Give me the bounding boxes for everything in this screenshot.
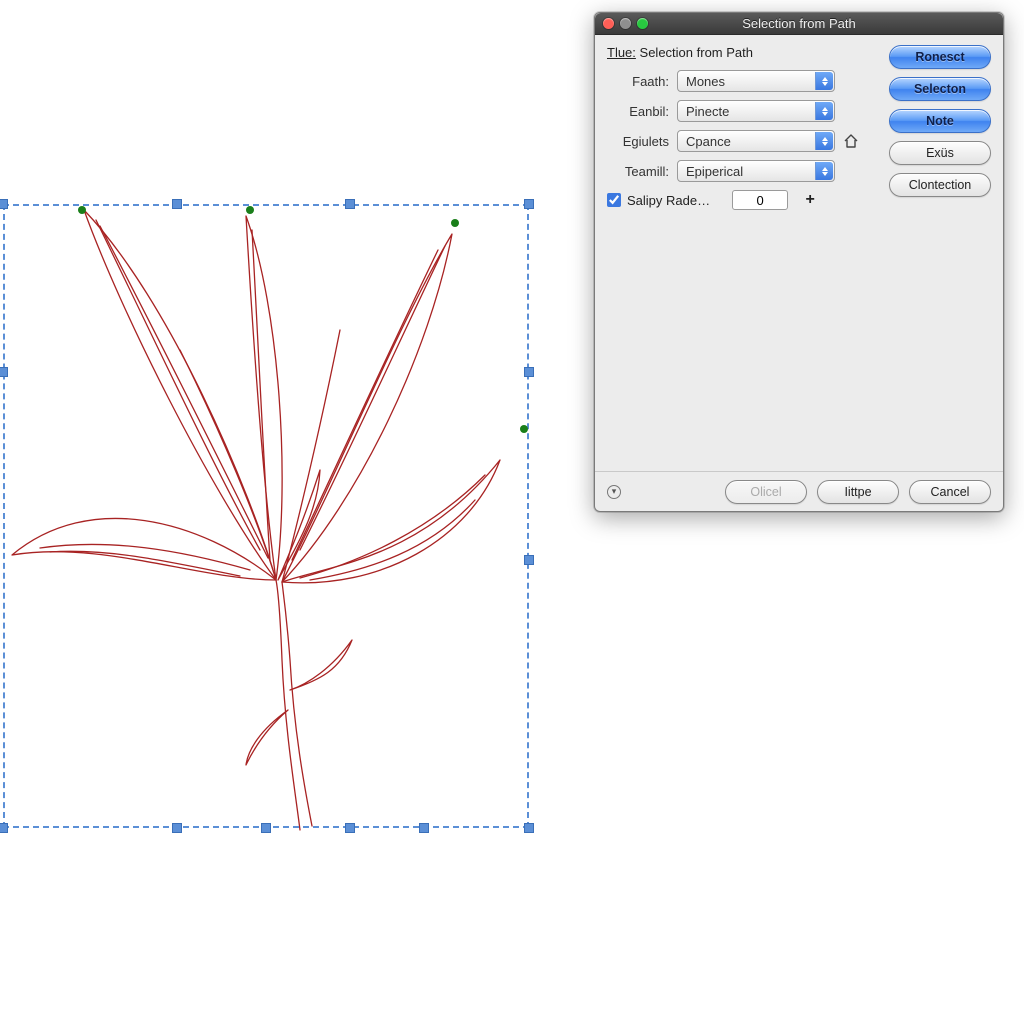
field-label: Faath: (607, 74, 669, 89)
select-eanbil[interactable]: Pinecte (677, 100, 835, 122)
cancel-button[interactable]: Cancel (909, 480, 991, 504)
chevron-updown-icon (815, 72, 833, 90)
canvas-area (0, 0, 560, 850)
button-selecton[interactable]: Selecton (889, 77, 991, 101)
dialog-footer: ▾ Olicel Iittpe Cancel (595, 471, 1003, 511)
chevron-updown-icon (815, 102, 833, 120)
subheader-value: Selection from Path (640, 45, 753, 60)
field-label: Eanbil: (607, 104, 669, 119)
dialog-selection-from-path: Selection from Path Tlue: Selection from… (594, 12, 1004, 512)
number-input-salipy[interactable] (732, 190, 788, 210)
zoom-icon[interactable] (637, 18, 648, 29)
select-value: Cpance (686, 134, 731, 149)
select-teamill[interactable]: Epiperical (677, 160, 835, 182)
titlebar[interactable]: Selection from Path (595, 13, 1003, 35)
button-ronesct[interactable]: Ronesct (889, 45, 991, 69)
button-exus[interactable]: Exüs (889, 141, 991, 165)
dialog-subheader: Tlue: Selection from Path (607, 45, 875, 60)
home-icon[interactable] (843, 133, 859, 149)
resize-handle-s1[interactable] (172, 823, 182, 833)
selection-edge-left[interactable] (3, 204, 5, 828)
select-value: Mones (686, 74, 725, 89)
button-note[interactable]: Note (889, 109, 991, 133)
button-clontection[interactable]: Clontection (889, 173, 991, 197)
dialog-right-column: Ronesct Selecton Note Exüs Clontection (889, 45, 991, 465)
window-controls (595, 18, 648, 29)
select-faath[interactable]: Mones (677, 70, 835, 92)
button-iittpe[interactable]: Iittpe (817, 480, 899, 504)
resize-handle-e2[interactable] (524, 555, 534, 565)
resize-handle-e1[interactable] (524, 367, 534, 377)
dialog-body: Tlue: Selection from Path Faath: Mones E… (595, 35, 1003, 471)
select-value: Epiperical (686, 164, 743, 179)
resize-handle-n2[interactable] (345, 199, 355, 209)
field-label: Teamill: (607, 164, 669, 179)
field-label: Egiulets (607, 134, 669, 149)
resize-handle-s4[interactable] (419, 823, 429, 833)
path-node[interactable] (246, 206, 254, 214)
resize-handle-w1[interactable] (0, 367, 8, 377)
path-node[interactable] (520, 425, 528, 433)
selection-edge-right[interactable] (527, 204, 529, 828)
chevron-updown-icon (815, 162, 833, 180)
select-egiulets[interactable]: Cpance (677, 130, 835, 152)
field-row-eanbil: Eanbil: Pinecte (607, 100, 875, 122)
path-node[interactable] (451, 219, 459, 227)
subheader-label: Tlue: (607, 45, 636, 60)
field-row-faath: Faath: Mones (607, 70, 875, 92)
checkbox-row-salipy: Salipy Rade… + (607, 190, 875, 210)
checkbox-label: Salipy Rade… (627, 193, 710, 208)
plus-icon[interactable]: + (800, 190, 820, 210)
resize-handle-nw[interactable] (0, 199, 8, 209)
checkbox-salipy-rade[interactable] (607, 193, 621, 207)
close-icon[interactable] (603, 18, 614, 29)
selection-bounding-box[interactable] (3, 204, 529, 828)
resize-handle-ne[interactable] (524, 199, 534, 209)
button-olicel: Olicel (725, 480, 807, 504)
chevron-updown-icon (815, 132, 833, 150)
dialog-left-column: Tlue: Selection from Path Faath: Mones E… (607, 45, 875, 465)
help-icon[interactable]: ▾ (607, 485, 621, 499)
field-row-teamill: Teamill: Epiperical (607, 160, 875, 182)
resize-handle-s3[interactable] (345, 823, 355, 833)
resize-handle-se[interactable] (524, 823, 534, 833)
resize-handle-n1[interactable] (172, 199, 182, 209)
select-value: Pinecte (686, 104, 729, 119)
window-title: Selection from Path (595, 16, 1003, 31)
path-node[interactable] (78, 206, 86, 214)
minimize-icon[interactable] (620, 18, 631, 29)
field-row-egiulets: Egiulets Cpance (607, 130, 875, 152)
resize-handle-sw[interactable] (0, 823, 8, 833)
resize-handle-s2[interactable] (261, 823, 271, 833)
